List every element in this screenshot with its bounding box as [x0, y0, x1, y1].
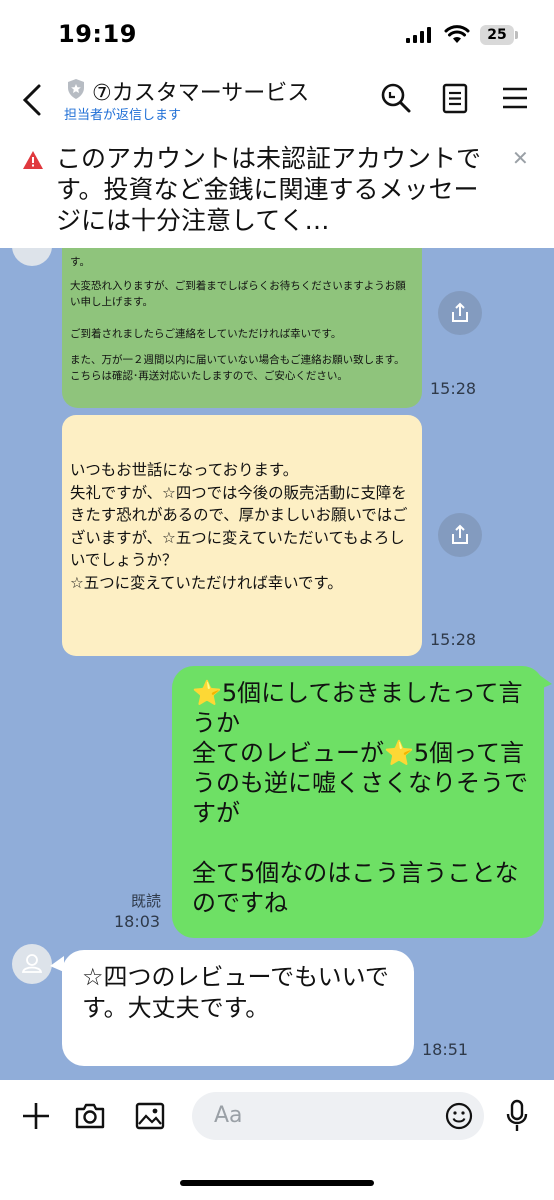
cellular-signal-icon [406, 27, 431, 43]
message-text: ⭐5個にしておきましたって言うか 全てのレビューが⭐5個って言うのも逆に嘘くさく… [192, 679, 528, 917]
message-line: 大変恐れ入りますが、ご到着までしばらくお待ちくださいますようお願い申し上げます。 [70, 280, 406, 308]
my-message-bubble[interactable]: ⭐5個にしておきましたって言うか 全てのレビューが⭐5個って言うのも逆に嘘くさく… [172, 666, 544, 938]
battery-indicator: 25 [480, 25, 514, 45]
share-button[interactable] [438, 291, 482, 335]
message-time: 18:51 [422, 1040, 469, 1059]
message-time: 18:03 [114, 912, 161, 931]
read-receipt: 既読 [131, 892, 162, 910]
emoji-icon[interactable] [444, 1101, 474, 1131]
battery-tip [515, 31, 518, 39]
share-button[interactable] [438, 513, 482, 557]
message-time: 15:28 [430, 630, 477, 649]
share-icon [452, 524, 468, 544]
message-line: ご到着されましたらご連絡をしていただければ幸いです。 [70, 328, 342, 340]
home-indicator [180, 1180, 374, 1186]
close-icon[interactable]: ✕ [512, 146, 529, 170]
avatar-icon[interactable] [12, 944, 52, 984]
image-icon[interactable] [134, 1100, 166, 1132]
back-icon[interactable] [18, 80, 48, 120]
message-image-yellow[interactable]: いつもお世話になっております。 失礼ですが、☆四つでは今後の販売活動に支障をきた… [62, 415, 422, 656]
share-icon [452, 302, 468, 322]
shield-icon [68, 79, 84, 99]
note-icon[interactable] [437, 80, 473, 116]
mic-icon[interactable] [503, 1098, 531, 1134]
avatar-icon[interactable] [12, 248, 52, 266]
warning-text: このアカウントは未認証アカウントです。投資など金銭に関連するメッセージには十分注… [56, 144, 482, 235]
message-image-green[interactable]: す。 大変恐れ入りますが、ご到着までしばらくお待ちくださいますようお願い申し上げ… [62, 248, 422, 408]
input-placeholder: Aa [214, 1103, 243, 1128]
search-icon[interactable] [378, 80, 414, 116]
camera-icon[interactable] [74, 1100, 106, 1132]
message-text: いつもお世話になっております。 失礼ですが、☆四つでは今後の販売活動に支障をきた… [70, 461, 408, 592]
account-name[interactable]: ⑦カスタマーサービス [92, 75, 309, 107]
message-line: また、万が一２週間以内に届いていない場合もご連絡お願い致します。こちらは確認･再… [70, 354, 405, 382]
message-time: 15:28 [430, 379, 477, 398]
wifi-icon [444, 25, 470, 43]
chat-area[interactable]: す。 大変恐れ入りますが、ご到着までしばらくお待ちくださいますようお願い申し上げ… [0, 248, 554, 1080]
plus-icon[interactable] [20, 1100, 52, 1132]
person-icon [21, 954, 43, 973]
status-time: 19:19 [58, 20, 137, 48]
account-subtitle: 担当者が返信します [64, 108, 182, 123]
menu-icon[interactable] [497, 80, 533, 116]
message-text: ☆四つのレビューでもいいです。大丈夫です。 [82, 963, 389, 1022]
message-line: す。 [70, 256, 90, 268]
incoming-message-bubble[interactable]: ☆四つのレビューでもいいです。大丈夫です。 [62, 950, 414, 1066]
warning-icon [23, 151, 43, 169]
